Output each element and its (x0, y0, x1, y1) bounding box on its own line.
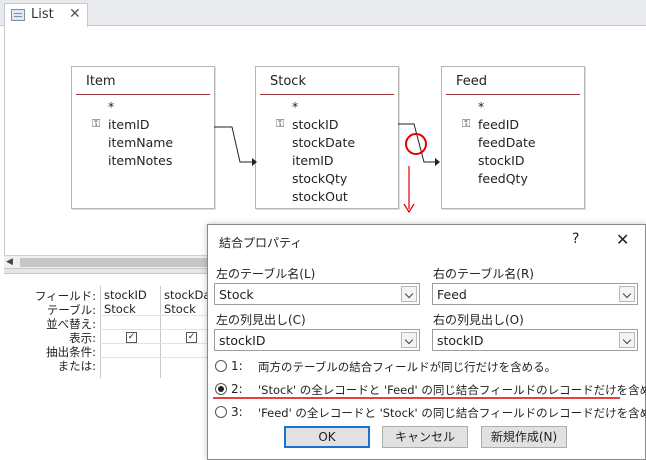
field-item-id[interactable]: itemID (108, 117, 150, 132)
join-option-2-radio[interactable] (215, 383, 227, 395)
field-stock-id[interactable]: stockID (292, 117, 338, 132)
table-feed[interactable]: Feed * ⚿ feedID feedDate stockID feedQty (441, 66, 585, 209)
join-option-1-text[interactable]: 両方のテーブルの結合フィールドが同じ行だけを含める。 (258, 359, 556, 375)
dialog-title: 結合プロパティ (219, 236, 303, 250)
horizontal-scrollbar[interactable]: ◀ (4, 255, 236, 269)
chevron-down-icon[interactable] (401, 286, 417, 302)
right-table-label: 右のテーブル名(R) (433, 267, 534, 281)
field-all[interactable]: * (108, 99, 114, 114)
scroll-left-icon[interactable]: ◀ (6, 257, 13, 267)
document-tab-strip: List ✕ (0, 0, 646, 27)
table-title-rule (446, 94, 580, 95)
field-feed-date[interactable]: feedDate (478, 135, 536, 150)
cancel-button[interactable]: キャンセル (382, 426, 468, 448)
field-all[interactable]: * (478, 99, 484, 114)
chevron-down-icon[interactable] (619, 332, 635, 348)
join-option-3-radio[interactable] (215, 406, 227, 418)
join-option-1-radio[interactable] (215, 360, 227, 372)
close-icon[interactable]: ✕ (69, 6, 81, 22)
scrollbar-thumb[interactable] (20, 258, 226, 267)
field-all[interactable]: * (292, 99, 298, 114)
field-item-name[interactable]: itemName (108, 135, 173, 150)
field-feed-id[interactable]: feedID (478, 117, 519, 132)
close-icon[interactable]: ✕ (616, 230, 629, 249)
left-column-select[interactable]: stockID (214, 329, 420, 351)
column-separator (100, 286, 101, 378)
field-stock-qty[interactable]: stockQty (292, 171, 347, 186)
field-stock-id[interactable]: stockID (478, 153, 524, 168)
table-title: Feed (456, 74, 488, 89)
relationship-diagram-pane: Item * ⚿ itemID itemName itemNotes Stock… (4, 27, 646, 255)
new-button[interactable]: 新規作成(N) (481, 426, 567, 448)
join-option-2-number: 2: (231, 382, 243, 396)
field-item-id[interactable]: itemID (292, 153, 334, 168)
join-properties-dialog: 結合プロパティ ? ✕ 左のテーブル名(L) Stock 右のテーブル名(R) … (207, 224, 646, 460)
ok-button[interactable]: OK (284, 426, 370, 448)
query-design-icon (11, 9, 25, 21)
join-option-1-number: 1: (231, 359, 243, 373)
tab-title: List (31, 7, 54, 22)
primary-key-icon: ⚿ (276, 117, 285, 130)
table-title: Stock (270, 74, 306, 89)
right-column-value: stockID (437, 333, 484, 348)
left-column-value: stockID (219, 333, 266, 348)
help-icon[interactable]: ? (572, 231, 579, 247)
grid-cell-field[interactable]: stockID (104, 288, 158, 302)
grid-cell-table[interactable]: Stock (104, 302, 158, 316)
left-table-value: Stock (219, 287, 254, 302)
column-separator (160, 286, 161, 378)
field-stock-date[interactable]: stockDate (292, 135, 355, 150)
chevron-down-icon[interactable] (619, 286, 635, 302)
table-title-rule (260, 94, 394, 95)
show-checkbox[interactable]: ✓ (186, 332, 197, 343)
show-checkbox[interactable]: ✓ (126, 332, 137, 343)
field-item-notes[interactable]: itemNotes (108, 153, 172, 168)
join-option-2-text[interactable]: 'Stock' の全レコードと 'Feed' の同じ結合フィールドのレコードだけ… (258, 382, 646, 398)
primary-key-icon: ⚿ (462, 117, 471, 130)
field-feed-qty[interactable]: feedQty (478, 171, 528, 186)
design-grid: フィールド: テーブル: 並べ替え: 表示: 抽出条件: または: stockI… (4, 274, 236, 380)
right-table-value: Feed (437, 287, 467, 302)
left-table-select[interactable]: Stock (214, 283, 420, 305)
row-label-or: または: (57, 359, 96, 373)
table-title: Item (86, 74, 116, 89)
table-item[interactable]: Item * ⚿ itemID itemName itemNotes (71, 66, 215, 209)
right-column-label: 右の列見出し(O) (433, 313, 524, 327)
right-table-select[interactable]: Feed (432, 283, 638, 305)
join-option-3-text[interactable]: 'Feed' の全レコードと 'Stock' の同じ結合フィールドのレコードだけ… (258, 405, 646, 421)
left-table-label: 左のテーブル名(L) (216, 267, 316, 281)
field-stock-out[interactable]: stockOut (292, 189, 348, 204)
right-column-select[interactable]: stockID (432, 329, 638, 351)
primary-key-icon: ⚿ (92, 117, 101, 130)
left-column-label: 左の列見出し(C) (216, 313, 306, 327)
table-title-rule (76, 94, 210, 95)
table-stock[interactable]: Stock * ⚿ stockID stockDate itemID stock… (255, 66, 399, 209)
chevron-down-icon[interactable] (401, 332, 417, 348)
tab-list[interactable]: List ✕ (4, 3, 88, 27)
join-option-3-number: 3: (231, 405, 243, 419)
